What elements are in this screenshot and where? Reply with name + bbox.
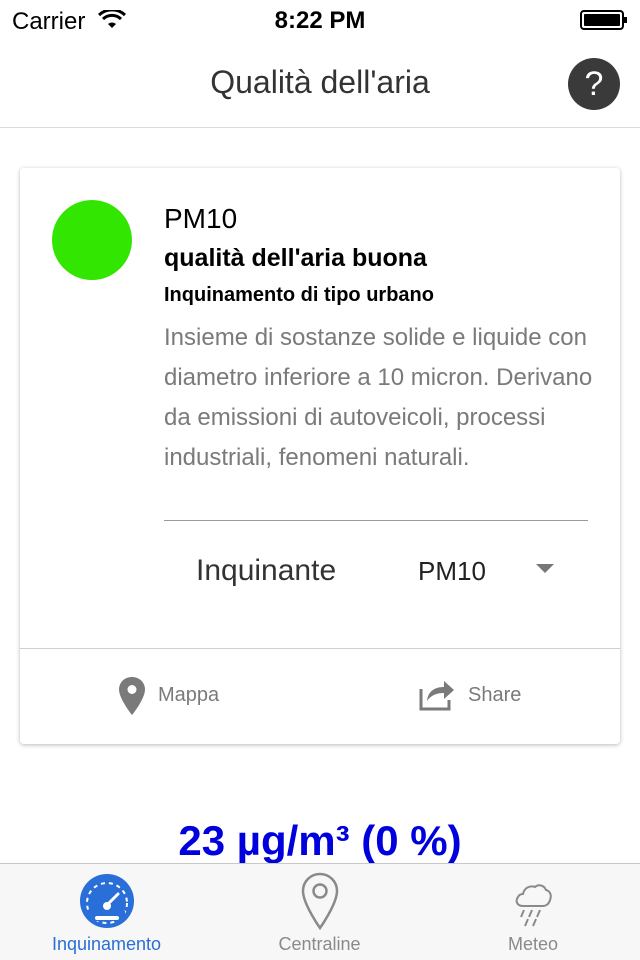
main-content[interactable]: PM10 qualità dell'aria buona Inquinament…	[0, 129, 640, 863]
clock: 8:22 PM	[274, 7, 366, 34]
location-pin-icon	[301, 872, 338, 930]
dropdown-caret-icon	[536, 564, 554, 573]
tab-meteo[interactable]: Meteo	[426, 864, 640, 960]
pollution-type-label: Inquinamento di tipo urbano	[164, 284, 434, 306]
tab-label: Centraline	[278, 934, 361, 954]
tab-label: Meteo	[507, 934, 559, 954]
map-label: Mappa	[158, 684, 220, 706]
gauge-icon	[79, 874, 134, 928]
map-button[interactable]: Mappa	[118, 668, 268, 728]
tab-label: Inquinamento	[51, 934, 162, 954]
quality-status-dot	[52, 200, 132, 280]
share-button[interactable]: Share	[418, 668, 568, 728]
quality-label: qualità dell'aria buona	[164, 244, 427, 272]
divider	[20, 648, 620, 649]
concentration-reading: 23 µg/m³ (0 %)	[178, 817, 462, 863]
pollutant-selector[interactable]: PM10	[418, 554, 578, 590]
pollutant-description: Insieme di sostanze solide e liquide con…	[164, 324, 593, 471]
pollutant-card: PM10 qualità dell'aria buona Inquinament…	[20, 168, 620, 744]
tab-bar: Inquinamento Centraline Meteo	[0, 863, 640, 960]
share-icon	[419, 681, 454, 711]
tab-centraline[interactable]: Centraline	[213, 864, 426, 960]
pollutant-selector-value: PM10	[418, 556, 486, 586]
pollutant-name: PM10	[164, 203, 238, 234]
divider	[164, 520, 588, 521]
navigation-bar: Qualità dell'aria ?	[0, 40, 640, 128]
share-label: Share	[468, 684, 522, 706]
help-button[interactable]: ?	[568, 58, 620, 110]
tab-inquinamento[interactable]: Inquinamento	[0, 864, 213, 960]
pollutant-selector-label: Inquinante	[196, 554, 337, 587]
map-pin-icon	[119, 677, 145, 715]
status-bar: Carrier 8:22 PM	[0, 0, 640, 40]
rain-cloud-icon	[515, 884, 552, 927]
battery-icon	[580, 10, 627, 30]
page-title: Qualità dell'aria	[210, 64, 430, 100]
